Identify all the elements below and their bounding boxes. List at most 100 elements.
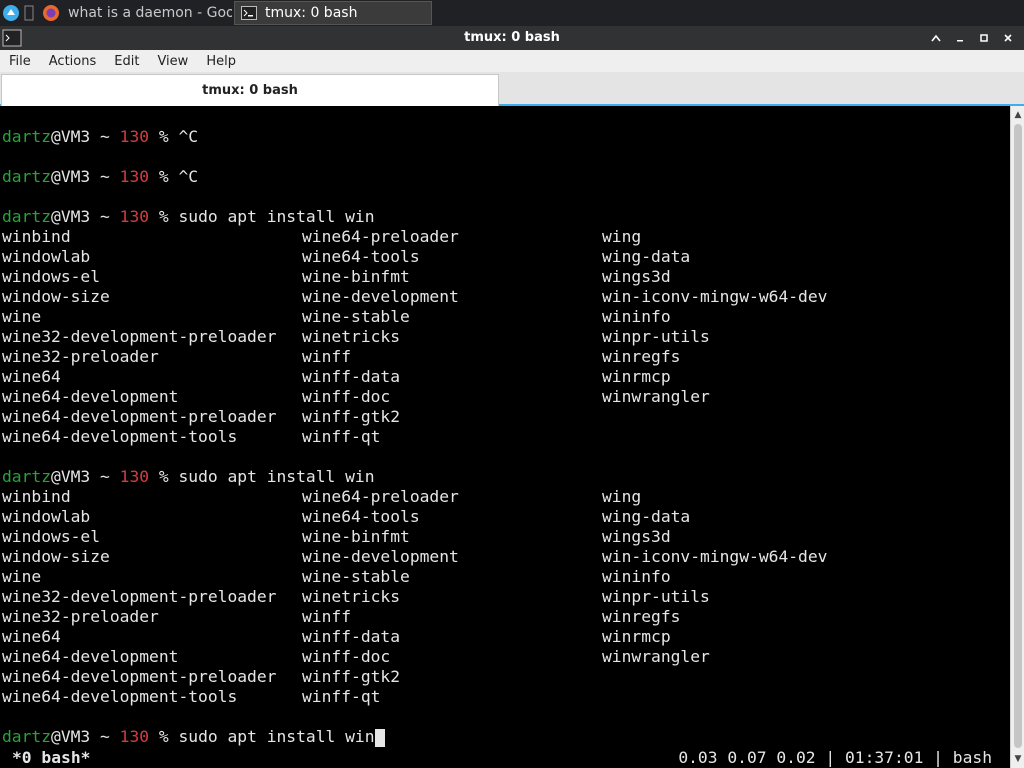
- prompt-symbol: %: [149, 127, 179, 146]
- menu-file[interactable]: File: [0, 54, 40, 69]
- completion-item: winetricks: [302, 587, 401, 606]
- prompt-exit-code: 130: [119, 467, 150, 486]
- completion-item: winbind: [2, 227, 71, 246]
- completion-item: windowlab: [2, 247, 91, 266]
- completion-item: wine32-preloader: [2, 607, 159, 626]
- completion-item: winff-qt: [302, 687, 381, 706]
- completion-item: wine64-development: [2, 647, 179, 666]
- completion-item: wininfo: [602, 307, 671, 326]
- completion-item: wine-stable: [302, 307, 410, 326]
- completion-item: wine64: [2, 367, 61, 386]
- completion-item: wine-stable: [302, 567, 410, 586]
- completion-item: wine-binfmt: [302, 527, 410, 546]
- task-browser-label: what is a daemon - Goo...: [68, 5, 232, 21]
- prompt-host: @VM3 ~: [51, 467, 120, 486]
- tmux-status-right: 0.03 0.07 0.02 | 01:37:01 | bash: [678, 748, 992, 767]
- completion-item: window-size: [2, 547, 110, 566]
- completion-item: winrmcp: [602, 367, 671, 386]
- completion-item: winff-data: [302, 367, 401, 386]
- menu-actions[interactable]: Actions: [40, 54, 106, 69]
- close-button[interactable]: [996, 26, 1020, 50]
- completion-item: wing: [602, 487, 642, 506]
- completion-item: winff-doc: [302, 647, 391, 666]
- completion-item: wing-data: [602, 507, 691, 526]
- prompt-symbol: %: [149, 727, 179, 746]
- completion-item: wine64: [2, 627, 61, 646]
- terminal-view[interactable]: dartz@VM3 ~ 130 % ^C dartz@VM3 ~ 130 % ^C…: [0, 106, 1010, 768]
- task-terminal-label: tmux: 0 bash: [265, 5, 358, 21]
- prompt-host: @VM3 ~: [51, 127, 120, 146]
- menu-view[interactable]: View: [148, 54, 197, 69]
- completion-item: wine64-preloader: [302, 227, 459, 246]
- completion-item: wine64-development: [2, 387, 179, 406]
- completion-item: winff-gtk2: [302, 667, 401, 686]
- prompt-symbol: %: [149, 467, 179, 486]
- completion-item: win-iconv-mingw-w64-dev: [602, 287, 828, 306]
- completion-item: winff: [302, 607, 352, 626]
- completion-item: winff-data: [302, 627, 401, 646]
- completion-item: wine32-development-preloader: [2, 587, 277, 606]
- prompt-symbol: %: [149, 207, 179, 226]
- completion-item: wine-development: [302, 287, 459, 306]
- completion-item: winff: [302, 347, 352, 366]
- maximize-button[interactable]: [972, 26, 996, 50]
- tmux-status-bar: *0 bash* 0.03 0.07 0.02 | 01:37:01 | bash: [0, 748, 1010, 768]
- completion-item: wine64-tools: [302, 247, 420, 266]
- completion-item: wing: [602, 227, 642, 246]
- completion-item: winff-gtk2: [302, 407, 401, 426]
- completion-item: windows-el: [2, 527, 101, 546]
- scroll-down-icon[interactable]: ▼: [1011, 752, 1024, 766]
- prompt-command: sudo apt install win: [178, 207, 375, 226]
- window-titlebar[interactable]: tmux: 0 bash: [0, 26, 1024, 50]
- task-terminal[interactable]: tmux: 0 bash: [234, 1, 432, 25]
- tabbar: tmux: 0 bash: [0, 72, 1024, 106]
- scrollbar-thumb[interactable]: [1014, 124, 1022, 748]
- completion-item: winff-qt: [302, 427, 381, 446]
- completion-item: winwrangler: [602, 647, 710, 666]
- prompt-exit-code: 130: [119, 127, 150, 146]
- task-browser[interactable]: what is a daemon - Goo...: [36, 1, 232, 25]
- prompt-exit-code: 130: [119, 167, 150, 186]
- completion-item: winrmcp: [602, 627, 671, 646]
- prompt-user: dartz: [2, 207, 52, 226]
- prompt-user: dartz: [2, 167, 52, 186]
- completion-item: window-size: [2, 287, 110, 306]
- completion-item: wings3d: [602, 267, 671, 286]
- prompt-user: dartz: [2, 467, 52, 486]
- pager-icon[interactable]: [22, 2, 36, 24]
- prompt-user: dartz: [2, 727, 52, 746]
- completion-item: winbind: [2, 487, 71, 506]
- prompt-host: @VM3 ~: [51, 207, 120, 226]
- prompt-command: ^C: [178, 127, 199, 146]
- menu-edit[interactable]: Edit: [105, 54, 148, 69]
- tmux-window-list: *0 bash*: [12, 748, 91, 767]
- menubar: File Actions Edit View Help: [0, 50, 1024, 72]
- completion-item: winff-doc: [302, 387, 391, 406]
- application-launcher-icon[interactable]: [0, 2, 22, 24]
- prompt-line: dartz@VM3 ~ 130 % sudo apt install win: [2, 727, 385, 747]
- prompt-symbol: %: [149, 167, 179, 186]
- prompt-host: @VM3 ~: [51, 167, 120, 186]
- keep-above-button[interactable]: [924, 26, 948, 50]
- completion-item: wine-binfmt: [302, 267, 410, 286]
- minimize-button[interactable]: [948, 26, 972, 50]
- prompt-user: dartz: [2, 127, 52, 146]
- terminal-icon: [241, 6, 257, 20]
- terminal-scrollbar[interactable]: ▲ ▼: [1010, 106, 1024, 768]
- window-title: tmux: 0 bash: [464, 30, 560, 45]
- completion-item: winetricks: [302, 327, 401, 346]
- prompt-line: dartz@VM3 ~ 130 % ^C: [2, 167, 198, 187]
- terminal-cursor: [374, 728, 385, 747]
- completion-item: wine32-preloader: [2, 347, 159, 366]
- menu-help[interactable]: Help: [197, 54, 245, 69]
- prompt-command: sudo apt install win: [178, 467, 375, 486]
- completion-item: wine32-development-preloader: [2, 327, 277, 346]
- completion-item: wine: [2, 567, 42, 586]
- scroll-up-icon[interactable]: ▲: [1011, 108, 1024, 122]
- completion-item: windowlab: [2, 507, 91, 526]
- prompt-line: dartz@VM3 ~ 130 % sudo apt install win: [2, 467, 375, 487]
- completion-item: wine64-development-preloader: [2, 667, 277, 686]
- completion-item: winpr-utils: [602, 327, 710, 346]
- completion-item: wine64-development-tools: [2, 687, 238, 706]
- tab-tmux-bash[interactable]: tmux: 0 bash: [1, 74, 499, 106]
